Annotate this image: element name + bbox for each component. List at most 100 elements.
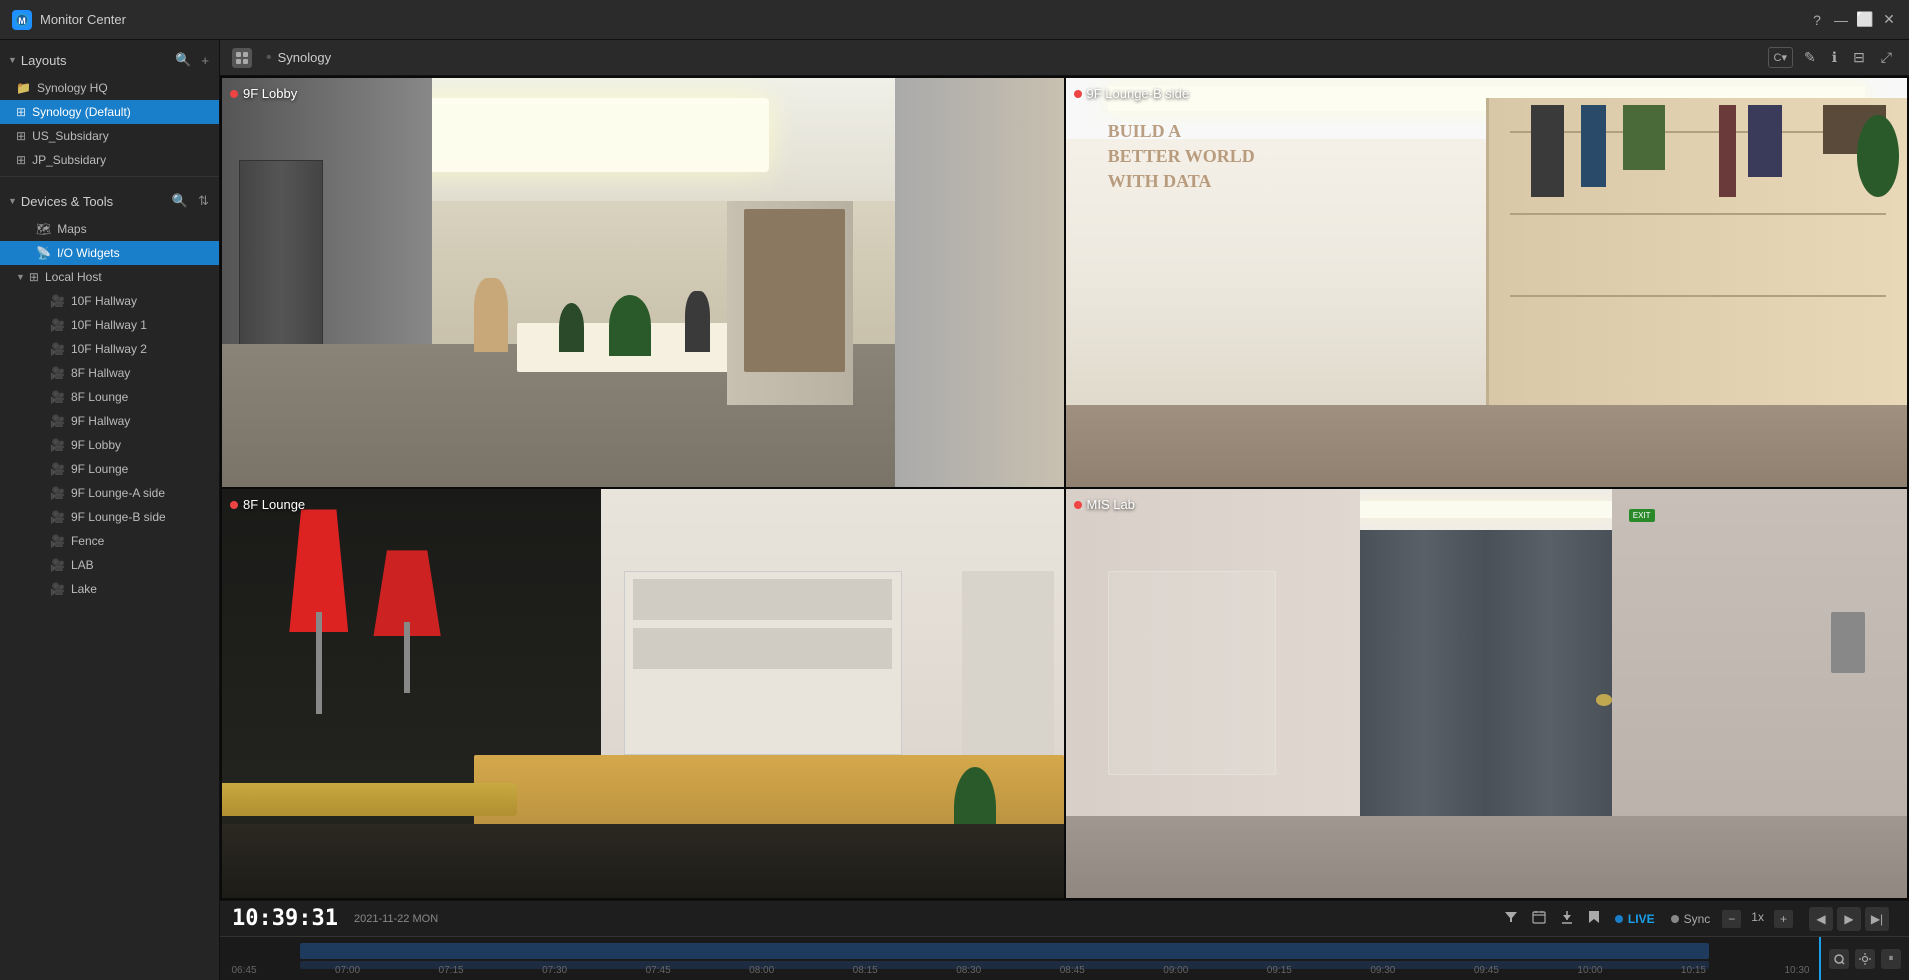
time-label-10: 09:15 [1259, 965, 1299, 976]
time-label-0: 06:45 [224, 965, 264, 976]
settings-button[interactable] [1855, 949, 1875, 969]
camera-label-mis-lab: MIS Lab [1074, 497, 1135, 512]
sidebar-item-label: Synology HQ [37, 81, 108, 95]
sidebar-item-label: 9F Hallway [71, 414, 130, 428]
sidebar-item-jp-subsidiary[interactable]: ⊞ JP_Subsidary [0, 148, 219, 172]
live-indicator: LIVE [1615, 912, 1655, 926]
mis-lab-floor [1066, 816, 1908, 898]
camera-scene-9f-lounge-b: BUILD A BETTER WORLD WITH DATA [1066, 78, 1908, 487]
camera-icon: 🎥 [50, 342, 65, 356]
timeline-row[interactable]: 06:45 07:00 07:15 07:30 07:45 08:00 08:1… [220, 937, 1909, 980]
sidebar-item-fence[interactable]: 🎥 Fence [0, 529, 219, 553]
app-title: Monitor Center [40, 12, 1809, 27]
sidebar-item-lake[interactable]: 🎥 Lake [0, 577, 219, 601]
camera-cell-mis-lab[interactable]: MIS Lab EXIT [1066, 489, 1908, 898]
sidebar-item-9f-lounge[interactable]: 🎥 9F Lounge [0, 457, 219, 481]
camera-scene-mis-lab: EXIT [1066, 489, 1908, 898]
devices-section-header[interactable]: ▼ Devices & Tools 🔍 ⇅ [0, 181, 219, 217]
titlebar: M Monitor Center ? — ⬜ ✕ [0, 0, 1909, 40]
mis-lab-exit-sign: EXIT [1629, 509, 1655, 522]
info-button[interactable]: ℹ [1827, 46, 1842, 69]
pause-button[interactable]: ⏸ [1881, 949, 1901, 969]
nav-next-button[interactable]: ▶| [1865, 907, 1889, 931]
sidebar-item-10f-hallway-1[interactable]: 🎥 10F Hallway 1 [0, 313, 219, 337]
sidebar-item-label: JP_Subsidary [32, 153, 106, 167]
filter-button[interactable] [1501, 907, 1521, 930]
camera-icon: 🎥 [50, 438, 65, 452]
nav-play-button[interactable]: ▶ [1837, 907, 1861, 931]
8f-lounge-lamp-1 [373, 550, 440, 693]
main-layout: ▼ Layouts 🔍 + 📁 Synology HQ ⊞ Synology (… [0, 40, 1909, 980]
help-button[interactable]: ? [1809, 12, 1825, 28]
clock-display: 10:39:31 [232, 906, 338, 931]
content-icon [232, 48, 252, 68]
sidebar-item-10f-hallway[interactable]: 🎥 10F Hallway [0, 289, 219, 313]
fullscreen-button[interactable]: ⤢ [1876, 46, 1897, 69]
sidebar-item-8f-hallway[interactable]: 🎥 8F Hallway [0, 361, 219, 385]
layouts-section-header[interactable]: ▼ Layouts 🔍 + [0, 40, 219, 76]
timeline-labels: 06:45 07:00 07:15 07:30 07:45 08:00 08:1… [220, 965, 1821, 976]
header-actions: C▾ ✎ ℹ ⊟ ⤢ [1768, 46, 1897, 69]
download-button[interactable] [1557, 907, 1577, 930]
sidebar: ▼ Layouts 🔍 + 📁 Synology HQ ⊞ Synology (… [0, 40, 220, 980]
camera-icon: 🎥 [50, 318, 65, 332]
sidebar-item-9f-lobby[interactable]: 🎥 9F Lobby [0, 433, 219, 457]
layouts-add-button[interactable]: + [199, 50, 211, 70]
timeline-track[interactable]: 06:45 07:00 07:15 07:30 07:45 08:00 08:1… [220, 937, 1821, 980]
sidebar-item-9f-hallway[interactable]: 🎥 9F Hallway [0, 409, 219, 433]
sidebar-item-label: 10F Hallway 2 [71, 342, 147, 356]
svg-text:M: M [18, 16, 26, 26]
speed-display: 1x [1751, 910, 1764, 928]
layouts-actions: 🔍 + [173, 50, 211, 70]
camera-active-dot [230, 501, 238, 509]
time-label-11: 09:30 [1363, 965, 1403, 976]
mis-lab-door-left [1360, 530, 1486, 849]
sidebar-item-label: 10F Hallway [71, 294, 137, 308]
lobby-wall-right [895, 78, 1063, 487]
sidebar-item-lab[interactable]: 🎥 LAB [0, 553, 219, 577]
speed-increase-button[interactable]: + [1774, 910, 1793, 928]
camera-cell-8f-lounge[interactable]: 8F Lounge [222, 489, 1064, 898]
nav-prev-button[interactable]: ◀ [1809, 907, 1833, 931]
sidebar-item-synology-default[interactable]: ⊞ Synology (Default) [0, 100, 219, 124]
mis-lab-panel [1831, 612, 1865, 673]
camera-icon: 🎥 [50, 390, 65, 404]
mis-lab-door-handle [1596, 694, 1613, 706]
speed-decrease-button[interactable]: − [1722, 910, 1741, 928]
layouts-section-title: Layouts [21, 53, 173, 68]
sidebar-item-9f-lounge-b-side[interactable]: 🎥 9F Lounge-B side [0, 505, 219, 529]
sidebar-item-label: 8F Lounge [71, 390, 128, 404]
sidebar-item-9f-lounge-a-side[interactable]: 🎥 9F Lounge-A side [0, 481, 219, 505]
camera-icon: 🎥 [50, 582, 65, 596]
maximize-button[interactable]: ⬜ [1857, 12, 1873, 28]
bookmark-button[interactable] [1585, 907, 1603, 930]
bottom-right-controls: ⏸ [1821, 949, 1909, 969]
sidebar-item-io-widgets[interactable]: 📡 I/O Widgets [0, 241, 219, 265]
camera-grid: 9F Lobby [220, 76, 1909, 900]
sidebar-item-label: US_Subsidary [32, 129, 109, 143]
sidebar-item-synology-hq[interactable]: 📁 Synology HQ [0, 76, 219, 100]
sidebar-item-local-host[interactable]: ▼ ⊞ Local Host [0, 265, 219, 289]
layouts-search-button[interactable]: 🔍 [173, 50, 193, 70]
sidebar-item-maps[interactable]: 🗺 Maps [0, 217, 219, 241]
calendar-button[interactable] [1529, 907, 1549, 930]
time-label-1: 07:00 [328, 965, 368, 976]
devices-sort-button[interactable]: ⇅ [196, 191, 211, 211]
camera-icon: 🎥 [50, 534, 65, 548]
close-button[interactable]: ✕ [1881, 12, 1897, 28]
zoom-fit-button[interactable] [1829, 949, 1849, 969]
layout-selector-button[interactable]: C▾ [1768, 47, 1793, 68]
sidebar-item-10f-hallway-2[interactable]: 🎥 10F Hallway 2 [0, 337, 219, 361]
sidebar-item-label: 9F Lobby [71, 438, 121, 452]
minimize-button[interactable]: — [1833, 12, 1849, 28]
collapse-button[interactable]: ⊟ [1848, 46, 1870, 69]
devices-search-button[interactable]: 🔍 [170, 191, 190, 211]
edit-view-button[interactable]: ✎ [1799, 46, 1821, 69]
sidebar-item-label: Maps [57, 222, 86, 236]
sidebar-item-us-subsidiary[interactable]: ⊞ US_Subsidary [0, 124, 219, 148]
time-label-7: 08:30 [949, 965, 989, 976]
sidebar-item-8f-lounge[interactable]: 🎥 8F Lounge [0, 385, 219, 409]
playback-speed-controls: − 1x + [1722, 910, 1793, 928]
camera-cell-9f-lobby[interactable]: 9F Lobby [222, 78, 1064, 487]
camera-cell-9f-lounge-b[interactable]: 9F Lounge-B side [1066, 78, 1908, 487]
